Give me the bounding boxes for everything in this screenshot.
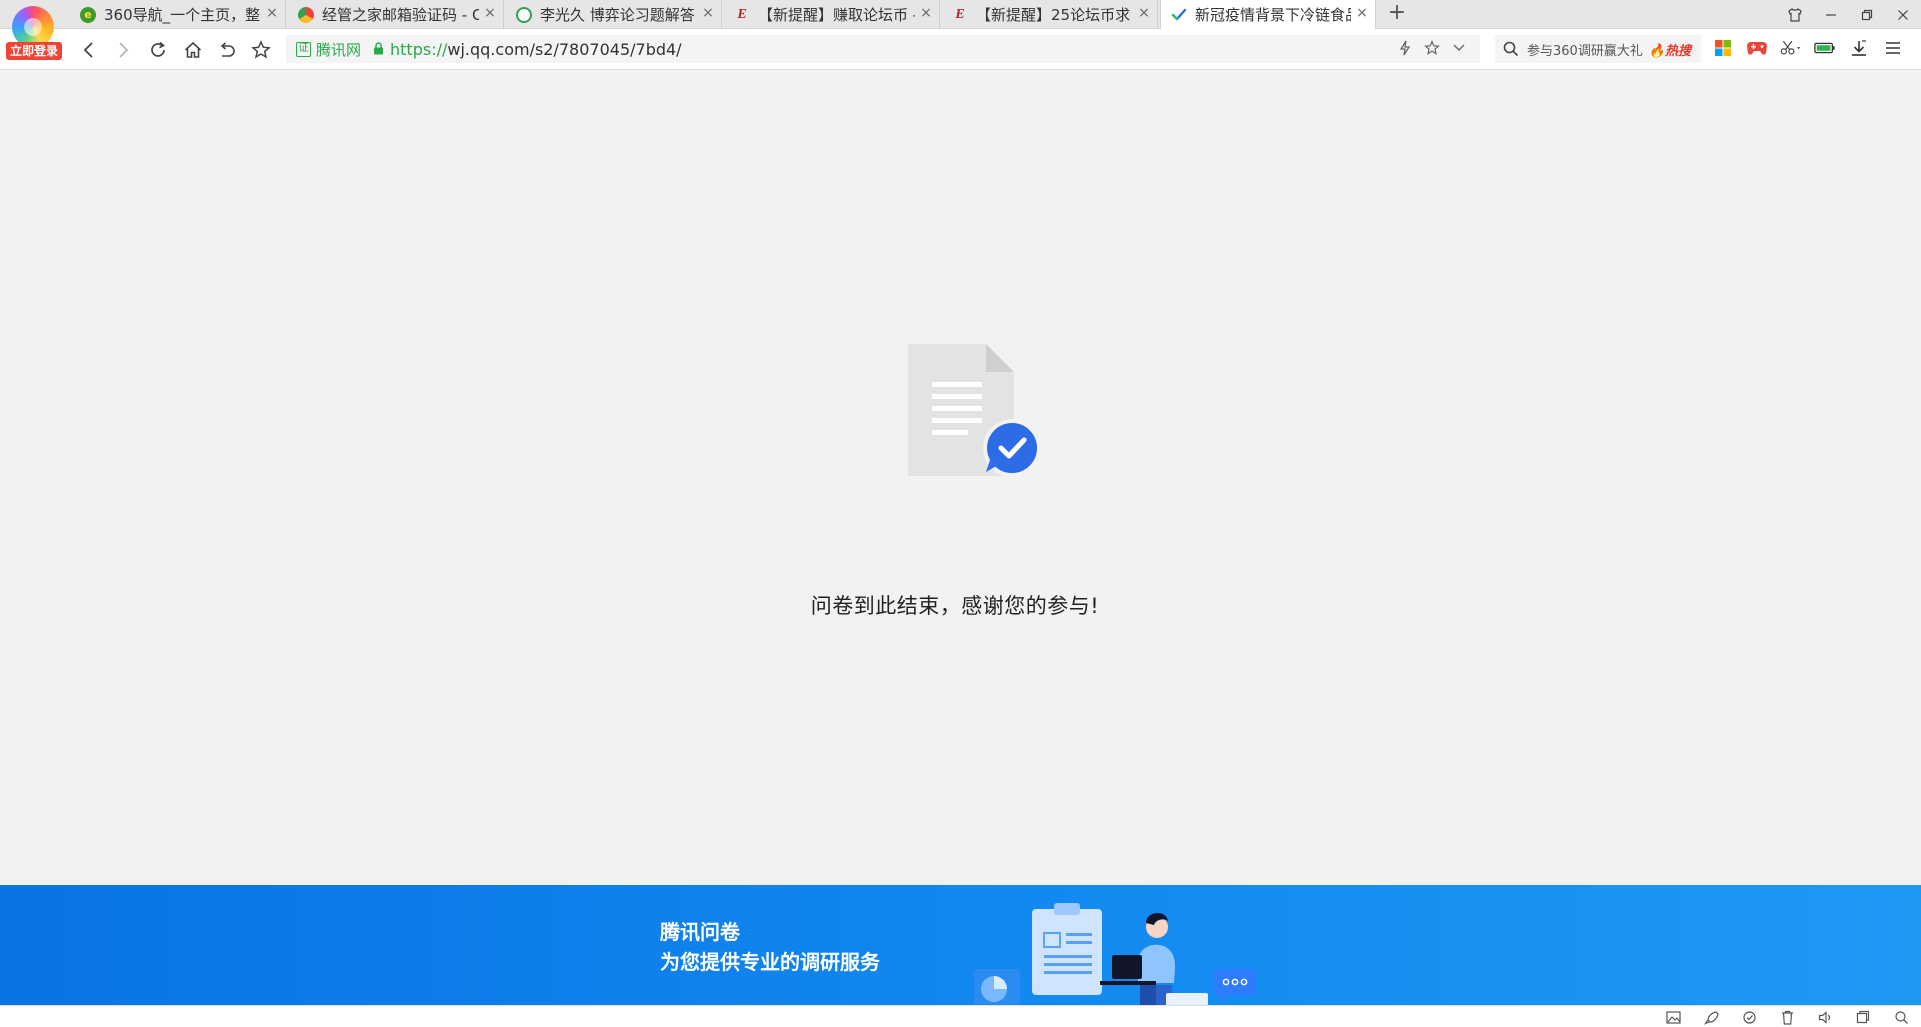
tab-title: 【新提醒】25论坛币求 [976, 6, 1131, 24]
browser-logo[interactable]: 立即登录 [6, 4, 62, 60]
window-controls [1777, 0, 1921, 29]
tab-title: 【新提醒】赚取论坛币 - [758, 6, 915, 24]
brand-name: 腾讯问卷 [660, 920, 740, 944]
zoom-icon[interactable] [1893, 1009, 1909, 1025]
skin-icon[interactable] [1777, 0, 1813, 29]
url-path: wj.qq.com/s2/7807045/7bd4/ [447, 39, 682, 59]
favorite-star-icon[interactable] [1424, 40, 1440, 60]
pinggu-forum-icon: E [955, 6, 965, 22]
chevron-down-icon[interactable] [1452, 40, 1466, 60]
rocket-icon[interactable] [1703, 1009, 1719, 1025]
tab-survey-active[interactable]: 新冠疫情背景下冷链食品 × [1160, 0, 1376, 29]
new-tab-button[interactable]: + [1385, 2, 1409, 26]
tab-close-icon[interactable]: × [1355, 6, 1369, 20]
completion-message: 问卷到此结束，感谢您的参与! [810, 594, 1100, 618]
window-icon[interactable] [1855, 1009, 1871, 1025]
forward-icon[interactable] [110, 37, 136, 63]
game-controller-icon[interactable] [1746, 37, 1768, 59]
survey-complete-page: 问卷到此结束，感谢您的参与! [0, 70, 1921, 885]
menu-icon[interactable] [1882, 37, 1904, 59]
battery-icon[interactable] [1814, 37, 1836, 59]
download-icon[interactable] [1848, 37, 1870, 59]
brand-tagline: 为您提供专业的调研服务 [660, 950, 880, 974]
chrome-icon [298, 6, 314, 23]
certificate-icon: 证 [296, 41, 311, 57]
tab-title: 经管之家邮箱验证码 - C [322, 6, 479, 24]
footer-illustration [970, 899, 1260, 1005]
hot-search-label[interactable]: 🔥热搜 [1649, 40, 1691, 59]
image-icon[interactable] [1665, 1009, 1681, 1025]
back-icon[interactable] [76, 37, 102, 63]
lightning-icon[interactable] [1398, 40, 1412, 60]
bookmark-star-icon[interactable] [248, 37, 274, 63]
minimize-icon[interactable] [1813, 0, 1849, 29]
address-bar[interactable]: 证 腾讯网 https://wj.qq.com/s2/7807045/7bd4/ [286, 35, 1480, 63]
search-result-icon [516, 6, 532, 23]
tab-title: 360导航_一个主页，整 [104, 6, 261, 24]
url-text[interactable]: https://wj.qq.com/s2/7807045/7bd4/ [390, 40, 682, 59]
trash-icon[interactable] [1779, 1009, 1795, 1025]
close-window-icon[interactable] [1885, 0, 1921, 29]
tab-pinggu-mail[interactable]: 经管之家邮箱验证码 - C × [288, 0, 504, 29]
apps-grid-icon[interactable] [1712, 37, 1734, 59]
tab-close-icon[interactable]: × [483, 6, 497, 20]
wj-check-icon [1171, 7, 1187, 23]
status-bar [0, 1005, 1921, 1027]
browser-toolbar: 证 腾讯网 https://wj.qq.com/s2/7807045/7bd4/… [0, 29, 1921, 70]
lock-icon [373, 40, 384, 59]
login-badge[interactable]: 立即登录 [6, 42, 62, 60]
survey-complete-icon [906, 344, 1042, 480]
tab-forum-request[interactable]: E 【新提醒】25论坛币求 × [942, 0, 1158, 29]
site-identity-label[interactable]: 腾讯网 [316, 39, 361, 60]
search-icon [1503, 41, 1519, 57]
reload-icon[interactable] [145, 37, 171, 63]
home-icon[interactable] [180, 37, 206, 63]
360-nav-icon: e [80, 6, 96, 23]
footer-banner: 腾讯问卷 为您提供专业的调研服务 [0, 885, 1921, 1005]
undo-close-icon[interactable] [214, 37, 240, 63]
refresh-circle-icon[interactable] [1741, 1009, 1757, 1025]
tab-360-nav[interactable]: e 360导航_一个主页，整 × [70, 0, 286, 29]
footer-brand: 腾讯问卷 为您提供专业的调研服务 [660, 917, 880, 977]
pinggu-forum-icon: E [737, 6, 747, 22]
search-box[interactable]: 参与360调研赢大礼 🔥热搜 [1495, 35, 1701, 63]
speaker-icon[interactable] [1817, 1009, 1833, 1025]
tab-forum-earn[interactable]: E 【新提醒】赚取论坛币 - × [724, 0, 940, 29]
url-scheme: https:// [390, 39, 448, 59]
extension-icons [1712, 37, 1904, 59]
tab-close-icon[interactable]: × [701, 6, 715, 20]
search-placeholder: 参与360调研赢大礼 [1527, 43, 1643, 59]
tab-close-icon[interactable]: × [265, 6, 279, 20]
restore-icon[interactable] [1849, 0, 1885, 29]
status-tray [1665, 1009, 1909, 1025]
tab-close-icon[interactable]: × [919, 6, 933, 20]
tab-strip: 立即登录 e 360导航_一个主页，整 × 经管之家邮箱验证码 - C × 李光… [0, 0, 1921, 60]
hot-search-text: 热搜 [1665, 43, 1692, 59]
tab-title: 新冠疫情背景下冷链食品 [1195, 6, 1351, 24]
screenshot-scissors-icon[interactable] [1780, 37, 1802, 59]
tab-close-icon[interactable]: × [1137, 6, 1151, 20]
tab-title: 李光久 博弈论习题解答 [540, 6, 695, 24]
tab-game-theory[interactable]: 李光久 博弈论习题解答 × [506, 0, 722, 29]
